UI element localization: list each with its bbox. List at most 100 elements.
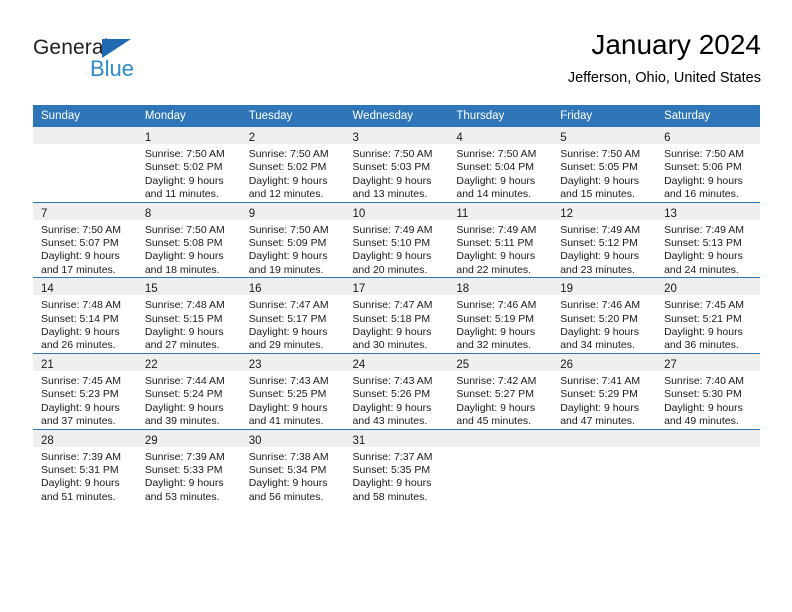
day-number: 4 bbox=[456, 132, 463, 144]
calendar-day-cell[interactable]: 29 Sunrise: 7:39 AM Sunset: 5:33 PM Dayligh… bbox=[136, 428, 241, 505]
day-detail-line: Daylight: 9 hours bbox=[248, 250, 328, 263]
calendar-day-cell[interactable]: 25 Sunrise: 7:42 AM Sunset: 5:27 PM Dayligh… bbox=[448, 352, 553, 429]
day-detail-line: Sunset: 5:13 PM bbox=[664, 237, 742, 250]
day-detail-line: Sunset: 5:30 PM bbox=[664, 388, 742, 401]
weekday-header-tuesday: Tuesday bbox=[240, 105, 345, 127]
calendar-day-cell[interactable]: 11 Sunrise: 7:49 AM Sunset: 5:11 PM Dayligh… bbox=[448, 201, 553, 278]
day-detail-line: Daylight: 9 hours bbox=[41, 477, 120, 490]
day-number-band: 20 bbox=[656, 278, 760, 296]
calendar-day-cell[interactable]: 23 Sunrise: 7:43 AM Sunset: 5:25 PM Dayligh… bbox=[240, 352, 345, 429]
day-detail-text: Sunrise: 7:47 AM Sunset: 5:17 PM Daylight:… bbox=[241, 295, 345, 353]
day-detail-line: Sunrise: 7:50 AM bbox=[41, 223, 121, 236]
day-detail-line: Sunrise: 7:50 AM bbox=[352, 148, 433, 160]
day-detail-text: Sunrise: 7:43 AM Sunset: 5:26 PM Daylight:… bbox=[345, 371, 449, 429]
day-number-band: 17 bbox=[344, 278, 449, 296]
day-detail-line: and 14 minutes. bbox=[456, 188, 532, 201]
day-number: 12 bbox=[560, 207, 574, 220]
calendar-day-cell[interactable]: 19 Sunrise: 7:46 AM Sunset: 5:20 PM Dayligh… bbox=[552, 277, 657, 354]
day-number: 16 bbox=[248, 283, 262, 296]
day-number-band: 14 bbox=[33, 278, 137, 296]
day-detail-line: Sunset: 5:02 PM bbox=[248, 161, 327, 174]
day-number-band: 2 bbox=[240, 127, 345, 144]
day-detail-line: Daylight: 9 hours bbox=[352, 326, 432, 339]
day-detail-line: Daylight: 9 hours bbox=[664, 401, 743, 414]
day-detail-line: Sunset: 5:27 PM bbox=[456, 388, 535, 401]
calendar-day-cell[interactable]: 28 Sunrise: 7:39 AM Sunset: 5:31 PM Dayligh… bbox=[33, 428, 137, 505]
calendar-day-cell[interactable]: 22 Sunrise: 7:44 AM Sunset: 5:24 PM Dayligh… bbox=[136, 352, 241, 429]
calendar-empty-cell bbox=[448, 428, 553, 505]
calendar-day-cell[interactable]: 16 Sunrise: 7:47 AM Sunset: 5:17 PM Dayligh… bbox=[240, 277, 345, 354]
day-detail-line: Sunrise: 7:45 AM bbox=[41, 374, 121, 387]
day-detail-text: Sunrise: 7:49 AM Sunset: 5:10 PM Daylight:… bbox=[345, 220, 449, 278]
calendar-day-cell[interactable]: 15 Sunrise: 7:48 AM Sunset: 5:15 PM Dayligh… bbox=[136, 277, 241, 354]
calendar-day-cell[interactable]: 10 Sunrise: 7:49 AM Sunset: 5:10 PM Dayligh… bbox=[344, 201, 449, 278]
page-header: General Blue January 2024 Jefferson, Ohi… bbox=[33, 28, 761, 98]
day-detail-text: Sunrise: 7:46 AM Sunset: 5:20 PM Daylight:… bbox=[552, 295, 656, 353]
day-detail-line: and 24 minutes. bbox=[664, 263, 739, 276]
calendar-day-cell[interactable]: 13 Sunrise: 7:49 AM Sunset: 5:13 PM Dayligh… bbox=[656, 201, 760, 278]
calendar-page: General Blue January 2024 Jefferson, Ohi… bbox=[0, 0, 792, 612]
day-number-band: 3 bbox=[344, 127, 449, 144]
weekday-header-saturday: Saturday bbox=[656, 105, 760, 127]
day-detail-line: Sunset: 5:24 PM bbox=[144, 388, 223, 401]
calendar-day-cell[interactable]: 12 Sunrise: 7:49 AM Sunset: 5:12 PM Dayligh… bbox=[552, 201, 657, 278]
day-detail-line: Sunset: 5:03 PM bbox=[352, 161, 431, 174]
day-detail-line: Sunrise: 7:40 AM bbox=[664, 374, 745, 387]
calendar-day-cell[interactable]: 4 Sunrise: 7:50 AM Sunset: 5:04 PM Daylight… bbox=[448, 127, 553, 203]
calendar-day-cell[interactable]: 20 Sunrise: 7:45 AM Sunset: 5:21 PM Dayligh… bbox=[656, 277, 760, 354]
calendar-day-cell[interactable]: 3 Sunrise: 7:50 AM Sunset: 5:03 PM Daylight… bbox=[344, 127, 449, 203]
day-detail-line: and 30 minutes. bbox=[352, 339, 428, 352]
calendar-day-cell[interactable]: 2 Sunrise: 7:50 AM Sunset: 5:02 PM Daylight… bbox=[240, 127, 345, 203]
day-detail-line: and 58 minutes. bbox=[352, 490, 428, 503]
calendar-day-cell[interactable]: 21 Sunrise: 7:45 AM Sunset: 5:23 PM Dayligh… bbox=[33, 352, 137, 429]
day-number-band: 27 bbox=[656, 353, 760, 371]
calendar-day-cell[interactable]: 9 Sunrise: 7:50 AM Sunset: 5:09 PM Daylight… bbox=[240, 201, 345, 278]
day-number: 18 bbox=[456, 283, 470, 296]
day-detail-line: Sunrise: 7:43 AM bbox=[248, 374, 329, 387]
weekday-header-sunday: Sunday bbox=[33, 105, 137, 127]
calendar-day-cell[interactable]: 7 Sunrise: 7:50 AM Sunset: 5:07 PM Daylight… bbox=[33, 201, 137, 278]
day-detail-line: Sunset: 5:07 PM bbox=[41, 237, 119, 250]
day-detail-line: Daylight: 9 hours bbox=[352, 401, 432, 414]
calendar-empty-cell bbox=[656, 428, 760, 505]
day-detail-line: Sunset: 5:09 PM bbox=[248, 237, 327, 250]
day-detail-line: and 32 minutes. bbox=[456, 339, 532, 352]
weekday-header-monday: Monday bbox=[136, 105, 241, 127]
day-detail-line: Sunrise: 7:38 AM bbox=[248, 450, 329, 463]
calendar-day-cell[interactable]: 8 Sunrise: 7:50 AM Sunset: 5:08 PM Daylight… bbox=[136, 201, 241, 278]
day-detail-line: Sunrise: 7:46 AM bbox=[560, 299, 641, 312]
calendar-day-cell[interactable]: 27 Sunrise: 7:40 AM Sunset: 5:30 PM Dayligh… bbox=[656, 352, 760, 429]
calendar-day-cell[interactable]: 26 Sunrise: 7:41 AM Sunset: 5:29 PM Dayligh… bbox=[552, 352, 657, 429]
day-number-band bbox=[448, 429, 553, 447]
day-number: 2 bbox=[248, 132, 256, 144]
day-number: 13 bbox=[664, 207, 677, 220]
day-number-band: 16 bbox=[240, 278, 345, 296]
day-detail-line: Sunrise: 7:37 AM bbox=[352, 450, 433, 463]
calendar-day-cell[interactable]: 30 Sunrise: 7:38 AM Sunset: 5:34 PM Dayligh… bbox=[240, 428, 345, 505]
calendar-day-cell[interactable]: 5 Sunrise: 7:50 AM Sunset: 5:05 PM Daylight… bbox=[552, 127, 657, 203]
day-detail-text: Sunrise: 7:50 AM Sunset: 5:02 PM Daylight:… bbox=[241, 144, 345, 202]
calendar-day-cell[interactable]: 17 Sunrise: 7:47 AM Sunset: 5:18 PM Dayligh… bbox=[344, 277, 449, 354]
day-detail-text: Sunrise: 7:50 AM Sunset: 5:03 PM Daylight:… bbox=[345, 144, 449, 202]
day-number-band bbox=[33, 127, 137, 144]
day-detail-line: Sunset: 5:10 PM bbox=[352, 237, 431, 250]
day-detail-line: and 19 minutes. bbox=[248, 263, 324, 276]
calendar-day-cell[interactable]: 24 Sunrise: 7:43 AM Sunset: 5:26 PM Dayligh… bbox=[344, 352, 449, 429]
calendar-day-cell[interactable]: 31 Sunrise: 7:37 AM Sunset: 5:35 PM Dayligh… bbox=[344, 428, 449, 505]
calendar-day-cell[interactable]: 1 Sunrise: 7:50 AM Sunset: 5:02 PM Daylight… bbox=[136, 127, 241, 203]
day-number: 30 bbox=[248, 434, 262, 447]
day-detail-text bbox=[448, 447, 552, 451]
day-detail-line: Sunrise: 7:48 AM bbox=[41, 299, 121, 312]
general-blue-logo[interactable]: General Blue bbox=[33, 36, 233, 86]
calendar-day-cell[interactable]: 14 Sunrise: 7:48 AM Sunset: 5:14 PM Dayligh… bbox=[33, 277, 137, 354]
day-detail-line: Sunrise: 7:42 AM bbox=[456, 374, 537, 387]
calendar-day-cell[interactable]: 18 Sunrise: 7:46 AM Sunset: 5:19 PM Dayligh… bbox=[448, 277, 553, 354]
day-detail-text: Sunrise: 7:45 AM Sunset: 5:21 PM Daylight:… bbox=[656, 295, 760, 353]
day-number-band: 12 bbox=[552, 202, 657, 220]
day-number: 7 bbox=[41, 207, 48, 220]
day-detail-line: Daylight: 9 hours bbox=[456, 250, 536, 263]
day-detail-line: and 15 minutes. bbox=[560, 188, 635, 201]
day-number: 9 bbox=[248, 207, 256, 220]
day-detail-line: Sunrise: 7:44 AM bbox=[144, 374, 225, 387]
calendar-day-cell[interactable]: 6 Sunrise: 7:50 AM Sunset: 5:06 PM Daylight… bbox=[656, 127, 760, 203]
